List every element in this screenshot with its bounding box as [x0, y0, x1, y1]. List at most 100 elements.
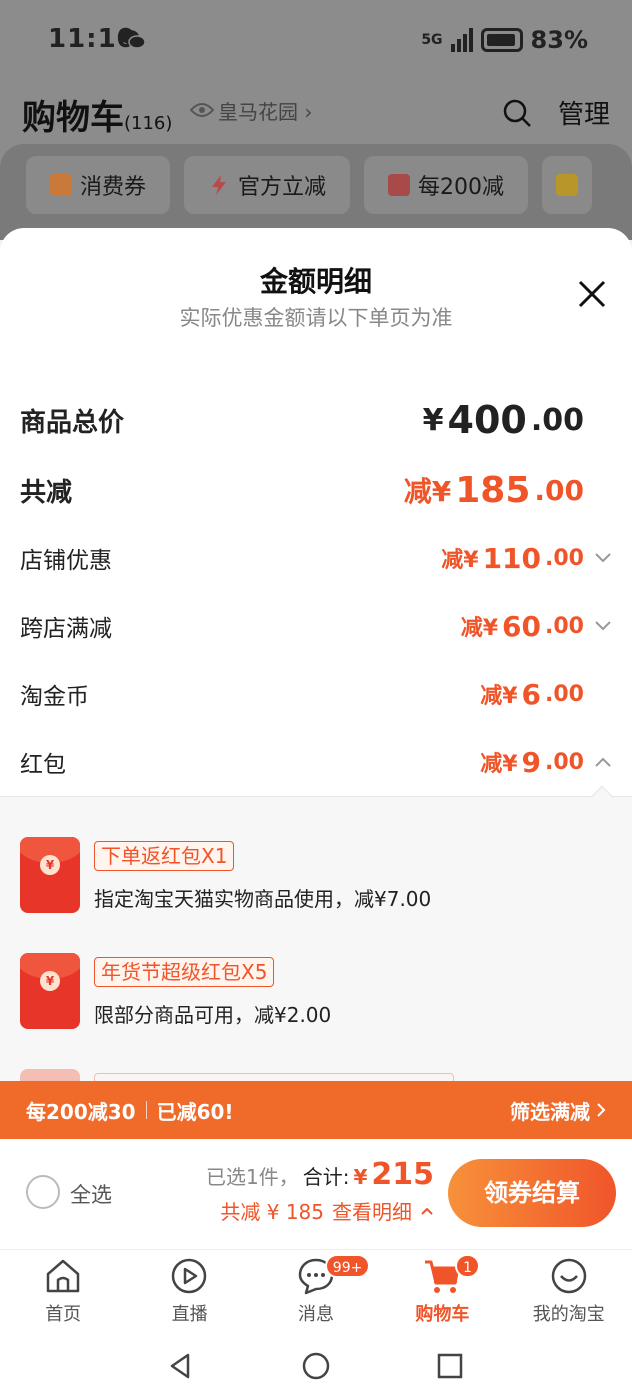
- view-detail-link[interactable]: 共减 ¥ 185 查看明细: [206, 1196, 434, 1225]
- total-value: 215: [371, 1157, 434, 1192]
- goods-total-label: 商品总价: [20, 407, 125, 438]
- select-all-label[interactable]: 全选: [70, 1179, 112, 1209]
- chevron-down-icon[interactable]: [594, 620, 612, 632]
- chip-folder[interactable]: [542, 156, 593, 214]
- detail-row-store-discount[interactable]: 店铺优惠 减¥ 110.00: [20, 538, 612, 578]
- address-text: 皇马花园: [218, 100, 298, 124]
- nav-cart[interactable]: 1 购物车: [379, 1250, 505, 1333]
- cart-header: 购物车(116) 皇马花园 › 管理 消费券 官方立减 每200减: [0, 80, 632, 240]
- address-link[interactable]: 皇马花园 ›: [218, 96, 312, 125]
- amount-int: 6: [521, 677, 542, 711]
- cart-title-text: 购物车: [22, 98, 124, 138]
- red-packet-tag: 下单返红包X1: [94, 841, 235, 871]
- filter-discount-label: 筛选满减: [510, 1099, 590, 1124]
- chip-official-discount[interactable]: 官方立减: [184, 156, 351, 214]
- chevron-down-icon[interactable]: [594, 552, 612, 564]
- chip-per-200[interactable]: 每200减: [364, 156, 529, 214]
- detail-row-red-packet[interactable]: 红包 减¥ 9.00: [20, 742, 612, 782]
- chevron-right-icon: [597, 1103, 606, 1117]
- amount-prefix: 减¥: [480, 684, 518, 709]
- detail-row-cross-store[interactable]: 跨店满减 减¥ 60.00: [20, 606, 612, 646]
- detail-amount: 减¥ 9.00: [480, 746, 612, 779]
- nav-messages[interactable]: 99+ 消息: [253, 1250, 379, 1333]
- amount-dec: .00: [530, 402, 584, 438]
- wechat-icon: [121, 30, 146, 49]
- amount-int: 60: [502, 609, 542, 643]
- battery-percent: 83%: [530, 26, 588, 54]
- amount-dec: .00: [545, 749, 584, 775]
- detail-row-gold-coin: 淘金币 减¥ 6.00: [20, 674, 612, 714]
- amount-dec: .00: [534, 473, 584, 507]
- manage-button[interactable]: 管理: [558, 94, 610, 131]
- chevron-up-icon[interactable]: [594, 756, 612, 768]
- detail-amount: 减¥ 60.00: [461, 610, 612, 643]
- amount-dec: .00: [545, 613, 584, 639]
- chip-label: 官方立减: [238, 175, 327, 200]
- signal-icon: [450, 28, 473, 52]
- total-label: 合计:: [302, 1165, 350, 1189]
- nav-home[interactable]: 首页: [0, 1250, 126, 1333]
- price-summary: 已选1件， 合计: ¥215 共减 ¥ 185 查看明细: [206, 1157, 434, 1225]
- amount-int: 9: [521, 745, 542, 779]
- cart-title: 购物车(116): [22, 90, 172, 139]
- list-item: ¥ 下单返红包X1 指定淘宝天猫实物商品使用，减¥7.00: [20, 837, 612, 917]
- filter-discount-link[interactable]: 筛选满减: [510, 1096, 606, 1125]
- nav-label: 首页: [45, 1304, 82, 1325]
- coupon-icon: [50, 174, 72, 196]
- detail-label: 淘金币: [20, 684, 89, 710]
- cart-badge: 1: [455, 1254, 481, 1278]
- select-all-checkbox[interactable]: [26, 1175, 60, 1209]
- chip-consumer-coupon[interactable]: 消费券: [26, 156, 171, 214]
- detail-amount: 减¥ 110.00: [441, 542, 612, 575]
- promo-saved: 已减60!: [156, 1099, 234, 1124]
- close-icon[interactable]: [576, 278, 608, 310]
- total-discount-amount: 减¥ 185.00: [404, 470, 612, 511]
- search-icon[interactable]: [502, 98, 532, 128]
- folder-icon: [556, 174, 579, 196]
- detail-amount: 减¥ 6.00: [480, 678, 612, 711]
- nav-label: 消息: [297, 1304, 334, 1325]
- battery-icon: [480, 28, 523, 52]
- total-currency: ¥: [353, 1165, 368, 1189]
- nav-profile[interactable]: 我的淘宝: [506, 1250, 632, 1333]
- amount-dec: .00: [545, 545, 584, 571]
- cart-count: (116): [124, 113, 173, 134]
- amount-int: 185: [455, 469, 531, 511]
- nav-label: 购物车: [415, 1304, 470, 1325]
- store-icon: [388, 174, 411, 196]
- sheet-subtitle: 实际优惠金额请以下单页为准: [179, 306, 453, 330]
- back-icon[interactable]: [166, 1351, 196, 1381]
- home-icon: [46, 1259, 80, 1293]
- amount-detail-sheet: 金额明细 实际优惠金额请以下单页为准 商品总价 ¥400.00 共减 减¥ 185…: [0, 228, 632, 1138]
- discount-summary: 共减 ¥ 185: [220, 1200, 324, 1224]
- system-nav-bar: [0, 1333, 632, 1400]
- red-packet-desc: 指定淘宝天猫实物商品使用，减¥7.00: [94, 887, 432, 911]
- sheet-title: 金额明细: [259, 265, 372, 298]
- nav-label: 直播: [171, 1304, 208, 1325]
- chip-label: 消费券: [80, 175, 147, 200]
- red-packet-tag: 年货节超级红包X5: [94, 957, 275, 987]
- eye-icon: [190, 103, 214, 117]
- network-label: 5G: [421, 32, 443, 48]
- amount-prefix: ¥: [422, 402, 444, 438]
- checkout-bar: 全选 已选1件， 合计: ¥215 共减 ¥ 185 查看明细 领券结算: [0, 1139, 632, 1249]
- chip-label: 每200减: [418, 175, 505, 200]
- profile-icon: [551, 1258, 586, 1294]
- red-packet-desc: 限部分商品可用，减¥2.00: [94, 1003, 332, 1027]
- message-badge: 99+: [324, 1254, 371, 1278]
- red-packet-icon: ¥: [20, 953, 80, 1029]
- amount-int: 400: [447, 398, 527, 442]
- bottom-nav: 首页 直播 99+ 消息 1 购物车 我的淘宝: [0, 1249, 632, 1333]
- coupon-chip-row: 消费券 官方立减 每200减: [0, 144, 632, 240]
- nav-label: 我的淘宝: [532, 1304, 605, 1325]
- checkout-button[interactable]: 领券结算: [448, 1159, 616, 1227]
- recents-icon[interactable]: [435, 1351, 465, 1381]
- amount-dec: .00: [545, 681, 584, 707]
- amount-prefix: 减¥: [403, 475, 452, 508]
- nav-live[interactable]: 直播: [126, 1250, 252, 1333]
- red-packet-icon: ¥: [20, 837, 80, 913]
- list-item: ¥ 年货节超级红包X5 限部分商品可用，减¥2.00: [20, 953, 612, 1033]
- amount-int: 110: [482, 541, 542, 575]
- goods-total-row: 商品总价 ¥400.00: [20, 398, 612, 442]
- home-circle-icon[interactable]: [301, 1351, 331, 1381]
